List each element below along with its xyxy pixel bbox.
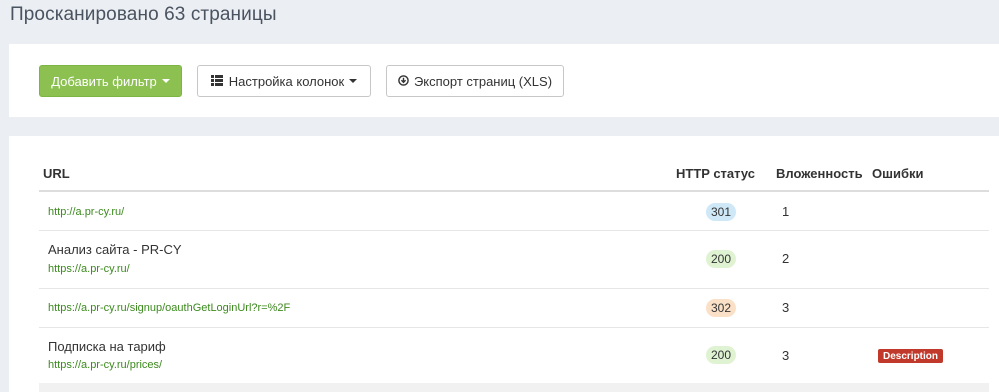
caret-down-icon <box>161 79 170 83</box>
depth-value: 1 <box>782 204 790 219</box>
depth-value: 3 <box>782 348 790 363</box>
table-row: Анализ сайта - PR-CY https://a.pr-cy.ru/… <box>39 231 989 289</box>
page-url-link[interactable]: http://a.pr-cy.ru/ <box>48 206 124 218</box>
next-row-strip <box>39 383 989 392</box>
column-header-depth[interactable]: Вложенность <box>776 166 863 181</box>
http-status-badge: 200 <box>706 250 736 268</box>
table-row: https://a.pr-cy.ru/signup/oauthGetLoginU… <box>39 289 989 328</box>
page-url-link[interactable]: https://a.pr-cy.ru/ <box>48 263 130 275</box>
table-row: http://a.pr-cy.ru/ 301 1 <box>39 192 989 231</box>
page-title-text: Анализ сайта - PR-CY <box>48 242 182 257</box>
list-icon <box>210 74 223 89</box>
download-icon <box>398 74 409 89</box>
toolbar-panel: Добавить фильтр Настройка колонок Экспор… <box>9 44 999 117</box>
export-xls-label: Экспорт страниц (XLS) <box>413 73 553 89</box>
add-filter-label: Добавить фильтр <box>51 73 157 89</box>
page-url-link[interactable]: https://a.pr-cy.ru/signup/oauthGetLoginU… <box>48 302 290 314</box>
http-status-badge: 302 <box>706 299 736 317</box>
http-status-badge: 200 <box>706 346 736 364</box>
pages-table: URL HTTP статус Вложенность Ошибки http:… <box>9 136 999 392</box>
error-badge[interactable]: Description <box>878 349 944 363</box>
http-status-badge: 301 <box>706 203 736 221</box>
depth-value: 3 <box>782 300 790 315</box>
column-header-url[interactable]: URL <box>43 166 70 181</box>
page-title-text: Подписка на тариф <box>48 339 166 354</box>
page-title: Просканировано 63 страницы <box>10 4 277 25</box>
columns-settings-button[interactable]: Настройка колонок <box>197 65 371 97</box>
depth-value: 2 <box>782 251 790 266</box>
columns-settings-label: Настройка колонок <box>228 73 345 89</box>
column-header-errors[interactable]: Ошибки <box>872 166 923 181</box>
caret-down-icon <box>349 79 358 83</box>
column-header-http-status[interactable]: HTTP статус <box>676 166 755 181</box>
table-row: Подписка на тариф https://a.pr-cy.ru/pri… <box>39 328 989 383</box>
export-xls-button[interactable]: Экспорт страниц (XLS) <box>386 65 564 97</box>
page-url-link[interactable]: https://a.pr-cy.ru/prices/ <box>48 359 162 371</box>
add-filter-button[interactable]: Добавить фильтр <box>39 65 182 97</box>
